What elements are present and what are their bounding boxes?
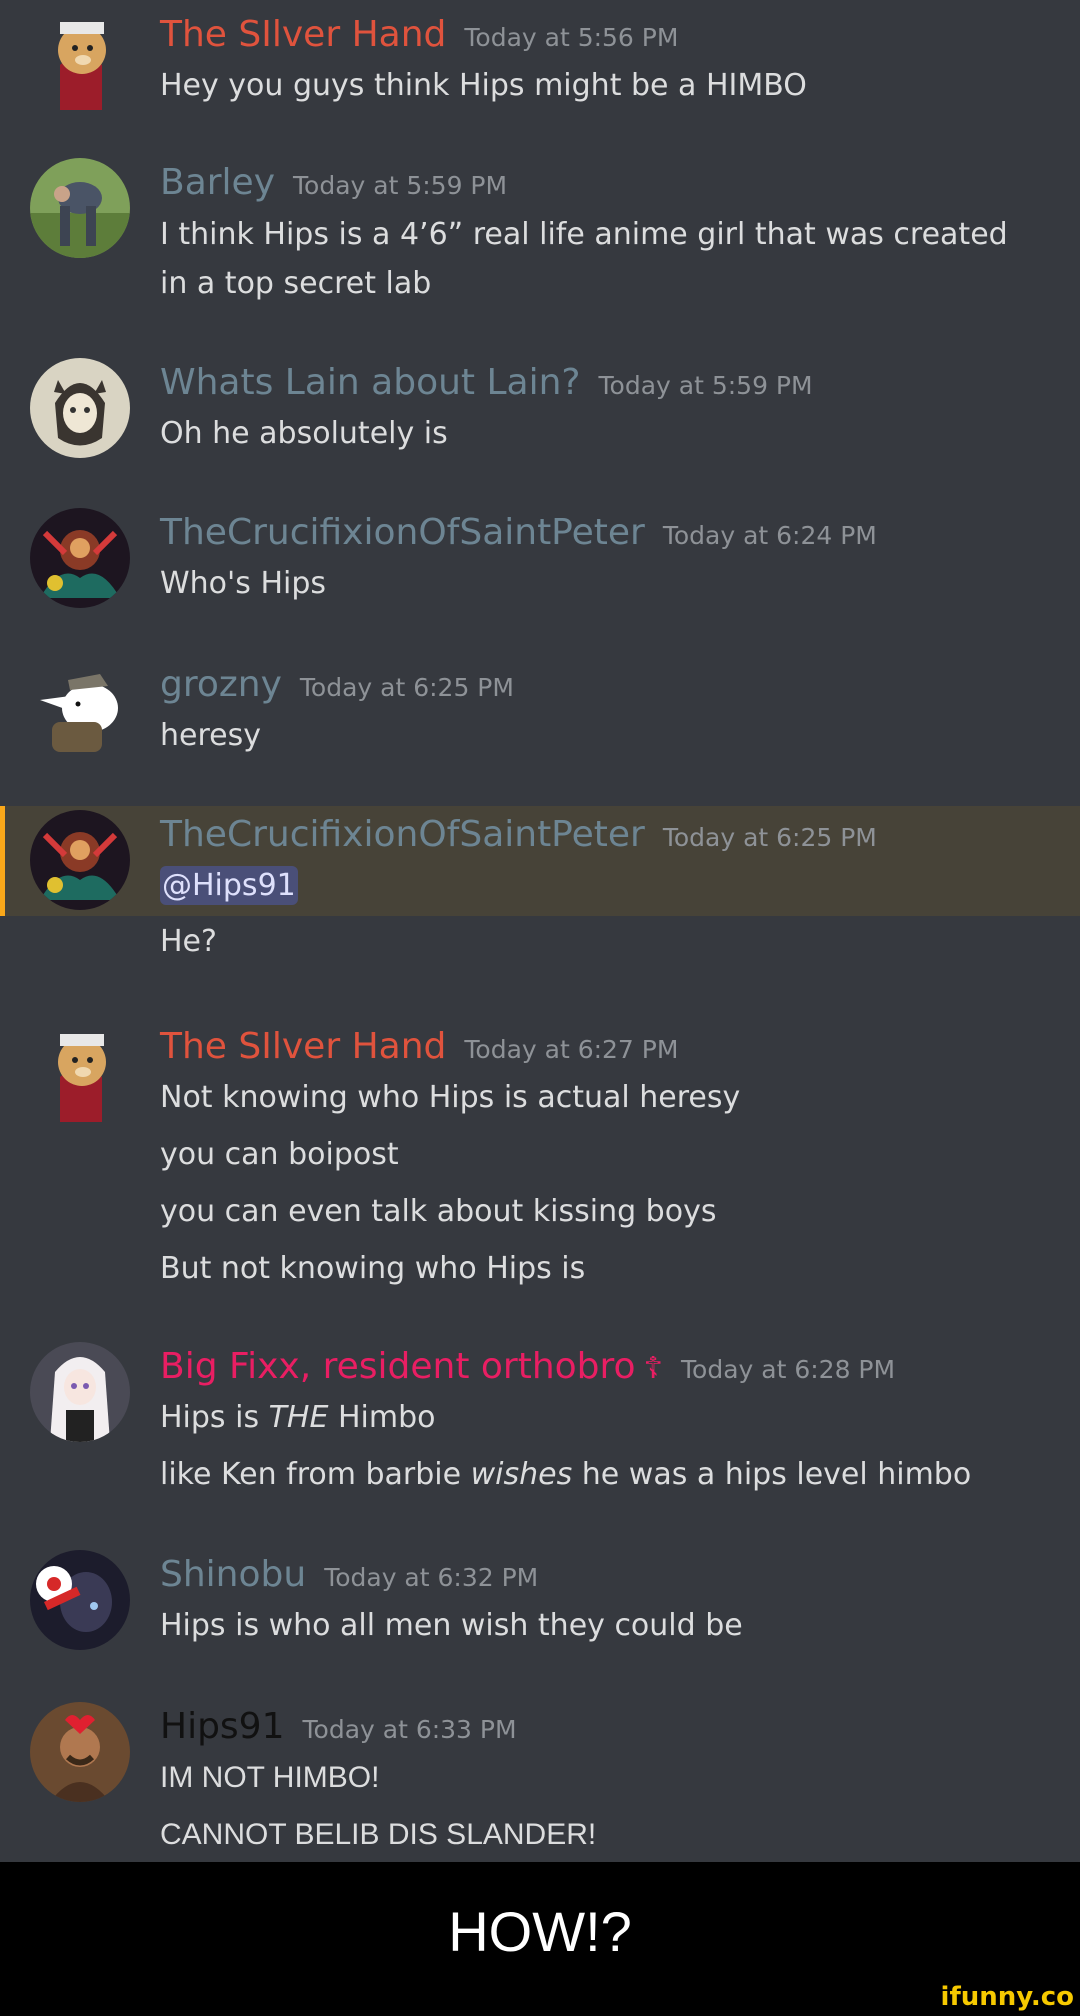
- message-text: Hey you guys think Hips might be a HIMBO: [160, 68, 807, 103]
- watermark: ifunny.co: [940, 1982, 1074, 2012]
- chat-log: The SIlver Hand Today at 5:56 PM Hey you …: [0, 0, 1080, 1862]
- message-text: heresy: [160, 718, 261, 753]
- orthodox-cross-icon: ☦: [643, 1351, 664, 1386]
- timestamp: Today at 6:25 PM: [299, 673, 514, 702]
- fantasy-art-avatar[interactable]: [30, 508, 130, 608]
- shinobu-avatar[interactable]: [30, 1550, 130, 1650]
- username[interactable]: Big Fixx, resident orthobro: [160, 1342, 636, 1392]
- cartoon-avatar[interactable]: [30, 660, 130, 760]
- message-header: TheCrucifixionOfSaintPeter Today at 6:24 …: [160, 508, 877, 558]
- emphasis-text: wishes: [470, 1457, 573, 1492]
- timestamp: Today at 6:27 PM: [464, 1035, 679, 1064]
- message-text: Hips is who all men wish they could be: [160, 1608, 743, 1643]
- message-text: like Ken from barbie wishes he was a hip…: [160, 1453, 971, 1497]
- anime-sketch-avatar[interactable]: [30, 358, 130, 458]
- message-text: Who's Hips: [160, 566, 327, 601]
- message-text: @Hips91: [160, 864, 298, 908]
- username[interactable]: TheCrucifixionOfSaintPeter: [160, 508, 645, 558]
- timestamp: Today at 5:59 PM: [293, 171, 508, 200]
- text-segment: Hips is: [160, 1400, 269, 1435]
- message-text: you can even talk about kissing boys: [160, 1194, 717, 1229]
- emphasis-text: THE: [268, 1400, 329, 1435]
- message-text: He?: [160, 924, 217, 959]
- fantasy-art-avatar[interactable]: [30, 810, 130, 910]
- doge-avatar[interactable]: [30, 10, 130, 110]
- username[interactable]: grozny: [160, 660, 282, 710]
- message-text: Not knowing who Hips is actual heresy: [160, 1080, 741, 1115]
- timestamp: Today at 6:24 PM: [662, 521, 877, 550]
- message-header: TheCrucifixionOfSaintPeter Today at 6:25 …: [160, 810, 877, 860]
- username[interactable]: The SIlver Hand: [160, 10, 446, 60]
- message-header: Big Fixx, resident orthobro ☦ Today at 6:2…: [160, 1342, 895, 1392]
- message-text: Oh he absolutely is: [160, 416, 448, 451]
- timestamp: Today at 5:56 PM: [464, 23, 679, 52]
- mention-bar: [0, 806, 5, 916]
- username[interactable]: Whats Lain about Lain?: [160, 358, 581, 408]
- timestamp: Today at 5:59 PM: [598, 371, 813, 400]
- message-header: grozny Today at 6:25 PM: [160, 660, 514, 710]
- doge-avatar[interactable]: [30, 1022, 130, 1122]
- user-mention[interactable]: @Hips91: [160, 866, 298, 905]
- timestamp: Today at 6:33 PM: [302, 1715, 517, 1744]
- timestamp: Today at 6:32 PM: [324, 1563, 539, 1592]
- message-text: I think Hips is a 4’6” real life anime g…: [160, 217, 1008, 301]
- message-header: Shinobu Today at 6:32 PM: [160, 1550, 538, 1600]
- message-header: Barley Today at 5:59 PM: [160, 158, 507, 208]
- timestamp: Today at 6:28 PM: [681, 1355, 896, 1384]
- message-text: Hips is THE Himbo: [160, 1396, 436, 1440]
- timestamp: Today at 6:25 PM: [662, 823, 877, 852]
- text-segment: like Ken from barbie: [160, 1457, 471, 1492]
- message-text: you can boipost: [160, 1137, 399, 1172]
- message-text: CANNOT BELIB DIS SLANDER!: [160, 1818, 597, 1851]
- username[interactable]: Barley: [160, 158, 275, 208]
- text-segment: Himbo: [328, 1400, 436, 1435]
- message-text: But not knowing who Hips is: [160, 1251, 586, 1286]
- text-segment: he was a hips level himbo: [572, 1457, 972, 1492]
- message-header: The SIlver Hand Today at 6:27 PM: [160, 1022, 678, 1072]
- message-header: Hips91 Today at 6:33 PM: [160, 1702, 517, 1752]
- message-header: The SIlver Hand Today at 5:56 PM: [160, 10, 678, 60]
- caption-text: HOW!?: [448, 1900, 632, 1963]
- username[interactable]: The SIlver Hand: [160, 1022, 446, 1072]
- meme-caption-footer: HOW!? ifunny.co: [0, 1862, 1080, 2016]
- message-text: IM NOT HIMBO!: [160, 1761, 380, 1794]
- username[interactable]: Hips91: [160, 1702, 285, 1752]
- hips91-avatar[interactable]: [30, 1702, 130, 1802]
- username[interactable]: TheCrucifixionOfSaintPeter: [160, 810, 645, 860]
- anime-girl-avatar[interactable]: [30, 1342, 130, 1442]
- photo-avatar[interactable]: [30, 158, 130, 258]
- username[interactable]: Shinobu: [160, 1550, 306, 1600]
- message-header: Whats Lain about Lain? Today at 5:59 PM: [160, 358, 813, 408]
